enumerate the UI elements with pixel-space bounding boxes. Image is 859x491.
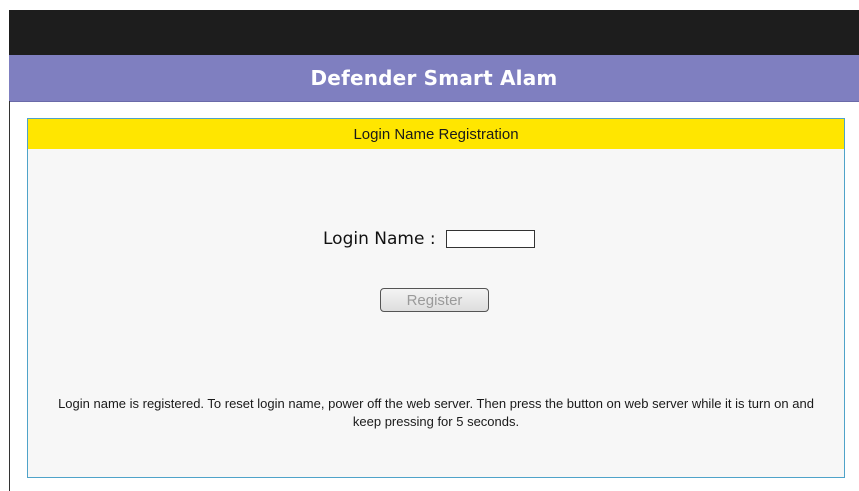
login-name-label: Login Name :: [323, 229, 436, 249]
title-bar: Defender Smart Alam: [9, 55, 859, 102]
top-bar: [9, 10, 859, 55]
login-name-input[interactable]: [445, 230, 535, 248]
reset-instructions: Login name is registered. To reset login…: [58, 396, 814, 429]
register-button[interactable]: Register: [380, 288, 489, 312]
login-name-row: Login Name :: [323, 229, 535, 249]
page-title: Defender Smart Alam: [310, 66, 558, 90]
panel-heading: Login Name Registration: [28, 119, 844, 149]
left-divider: [9, 101, 10, 491]
registration-panel: Login Name Registration Login Name : Reg…: [27, 118, 845, 478]
